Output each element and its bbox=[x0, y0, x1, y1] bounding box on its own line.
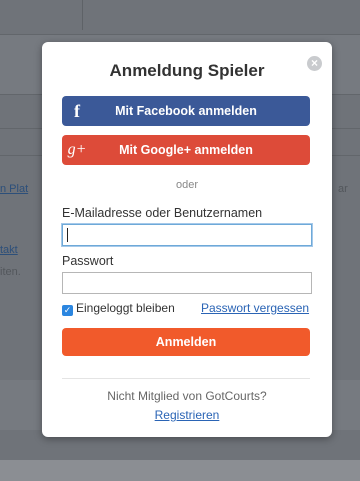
or-separator: oder bbox=[175, 179, 199, 191]
facebook-icon: f bbox=[74, 101, 80, 121]
forgot-password-link[interactable]: Passwort vergessen bbox=[201, 301, 309, 315]
checkbox-checked-icon[interactable]: ✓ bbox=[62, 305, 73, 316]
background-divider bbox=[0, 34, 360, 35]
facebook-login-label: Mit Facebook anmelden bbox=[115, 104, 257, 118]
login-button[interactable]: Anmelden bbox=[62, 328, 310, 356]
background-link: n Plat bbox=[0, 183, 29, 195]
login-modal: × Anmeldung Spieler f Mit Facebook anmel… bbox=[42, 42, 332, 437]
background-divider bbox=[82, 0, 83, 30]
email-label: E-Mailadresse oder Benutzernamen bbox=[62, 206, 263, 220]
password-label: Passwort bbox=[62, 254, 114, 268]
facebook-login-button[interactable]: f Mit Facebook anmelden bbox=[62, 96, 310, 126]
background-link: takt bbox=[0, 244, 18, 256]
google-login-button[interactable]: g+ Mit Google+ anmelden bbox=[62, 135, 310, 165]
remember-label: Eingeloggt bleiben bbox=[76, 301, 175, 315]
google-login-label: Mit Google+ anmelden bbox=[119, 143, 253, 157]
email-field[interactable] bbox=[62, 224, 312, 246]
password-field[interactable] bbox=[62, 272, 312, 294]
background-footer bbox=[0, 460, 360, 481]
not-member-text: Nicht Mitglied von GotCourts? bbox=[107, 389, 267, 403]
background-text: iten. bbox=[0, 266, 21, 278]
register-row: Registrieren bbox=[42, 408, 332, 422]
background-text: ar bbox=[338, 183, 348, 195]
modal-title: Anmeldung Spieler bbox=[109, 61, 265, 80]
remember-me[interactable]: ✓ Eingeloggt bleiben bbox=[62, 301, 175, 316]
register-link[interactable]: Registrieren bbox=[155, 408, 220, 422]
google-plus-icon: g+ bbox=[67, 141, 87, 158]
text-caret bbox=[67, 228, 68, 242]
divider bbox=[62, 378, 310, 379]
